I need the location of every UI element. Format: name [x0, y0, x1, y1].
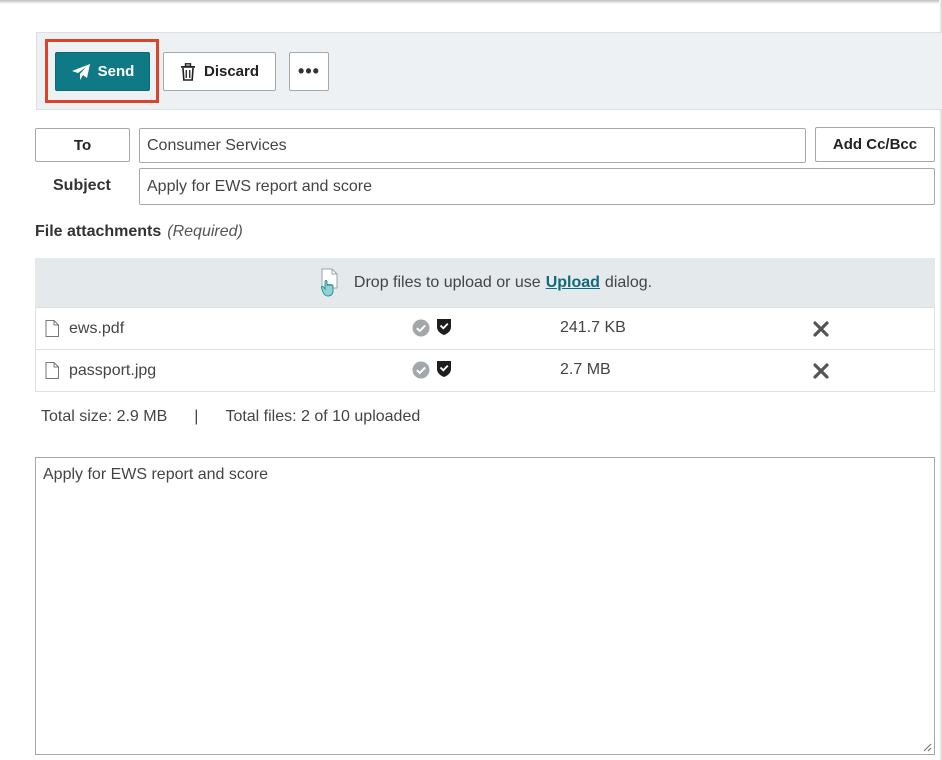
attachment-row: passport.jpg 2.7 MB [36, 349, 934, 391]
subject-field[interactable]: Apply for EWS report and score [139, 168, 935, 205]
send-button[interactable]: Send [55, 52, 150, 91]
subject-label: Subject [53, 177, 111, 194]
drag-file-icon [320, 268, 338, 297]
shield-icon [437, 319, 451, 335]
attachment-list: ews.pdf 241.7 KB passport.jpg 2.7 MB [35, 307, 935, 392]
ellipsis-icon: ••• [298, 61, 320, 81]
more-options-button[interactable]: ••• [289, 52, 329, 91]
add-cc-bcc-label: Add Cc/Bcc [832, 136, 918, 153]
file-icon [45, 320, 59, 337]
attachment-name: ews.pdf [69, 320, 125, 337]
send-button-label: Send [97, 63, 135, 80]
total-size: Total size: 2.9 MB [41, 408, 168, 425]
file-attachments-heading: File attachments (Required) [35, 223, 243, 241]
message-body-text: Apply for EWS report and score [43, 466, 268, 483]
upload-link[interactable]: Upload [546, 274, 600, 292]
drop-text-after: dialog. [604, 273, 653, 291]
check-circle-icon [412, 361, 430, 379]
to-button[interactable]: To [35, 128, 130, 162]
discard-button[interactable]: Discard [163, 52, 276, 91]
subject-field-value: Apply for EWS report and score [147, 177, 372, 195]
attachment-size: 241.7 KB [560, 319, 626, 336]
file-drop-zone[interactable]: Drop files to upload or use Upload dialo… [35, 258, 935, 307]
required-note: (Required) [167, 223, 243, 240]
shield-icon [437, 361, 451, 377]
file-attachments-title: File attachments [35, 223, 162, 240]
drop-text-before: Drop files to upload or use [353, 273, 541, 291]
attachment-name: passport.jpg [69, 362, 157, 379]
attachment-size: 2.7 MB [560, 361, 611, 378]
resize-handle-icon[interactable] [922, 742, 932, 752]
trash-icon [180, 62, 195, 81]
totals-separator: | [194, 408, 199, 425]
close-icon[interactable] [813, 321, 829, 337]
add-cc-bcc-button[interactable]: Add Cc/Bcc [815, 127, 935, 162]
total-files: Total files: 2 of 10 uploaded [225, 408, 421, 425]
file-icon [45, 362, 59, 379]
check-circle-icon [412, 319, 430, 337]
close-icon[interactable] [813, 363, 829, 379]
to-field[interactable]: Consumer Services [139, 128, 806, 163]
message-body-textarea[interactable]: Apply for EWS report and score [35, 457, 935, 755]
to-field-value: Consumer Services [147, 136, 287, 154]
attachment-row: ews.pdf 241.7 KB [36, 307, 934, 349]
discard-button-label: Discard [203, 63, 260, 80]
to-button-label: To [73, 136, 92, 154]
attachment-totals: Total size: 2.9 MB | Total files: 2 of 10 … [41, 408, 420, 426]
window-top-edge [0, 0, 942, 4]
paper-plane-icon [71, 63, 90, 80]
